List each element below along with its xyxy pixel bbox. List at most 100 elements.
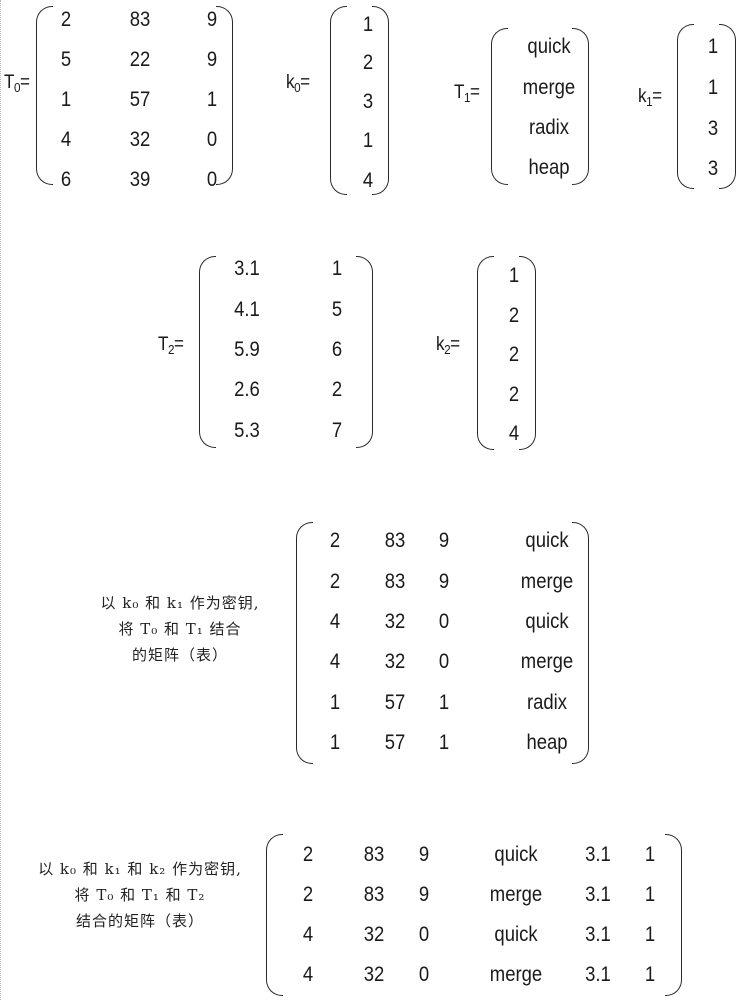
matrix-cell: 1 [707, 76, 719, 99]
matrix-cell: heap [526, 731, 568, 754]
caption-line: 的矩阵（表） [131, 646, 228, 664]
matrix-cell: 2 [508, 343, 520, 366]
matrix-cell: 2 [331, 378, 343, 401]
matrix-label: k1= [638, 86, 662, 109]
matrix-cell: 1 [362, 129, 374, 152]
matrix-cell: 5 [331, 298, 343, 321]
matrix-name: k [436, 334, 445, 355]
matrix-cell: quick [527, 35, 571, 58]
matrix-cell: 5.3 [234, 419, 260, 442]
caption-line: 以 k₀ 和 k₁ 和 k₂ 作为密钥, [38, 860, 242, 878]
matrix-cell: quick [494, 843, 538, 866]
page-margin-rule [0, 0, 2, 1000]
matrix-cell: 2 [302, 883, 314, 906]
matrix-cell: 0 [418, 963, 430, 986]
matrix-cell: 3 [362, 90, 374, 113]
matrix-cell: 2 [508, 304, 520, 327]
matrix-cell: 1 [438, 731, 450, 754]
matrix-name: k [638, 86, 647, 107]
equals-sign: = [20, 72, 30, 93]
matrix-cell: 3.1 [234, 257, 260, 280]
matrix-cell: quick [525, 610, 569, 633]
matrix-cell: 4 [302, 923, 314, 946]
matrix-cell: radix [526, 691, 568, 714]
matrix-cell: 0 [438, 650, 450, 673]
matrix-cell: 5 [60, 48, 72, 71]
matrix-cell: 7 [331, 419, 343, 442]
matrix-name: T [158, 334, 168, 355]
matrix-cell: 3 [707, 117, 719, 140]
matrix-label: k2= [436, 334, 460, 357]
matrix-cell: 9 [418, 843, 430, 866]
caption-line: 结合的矩阵（表） [75, 912, 204, 930]
right-bracket [572, 522, 589, 764]
matrix-cell: 1 [508, 264, 520, 287]
matrix-cell: 9 [206, 48, 218, 71]
matrix-cell: 22 [129, 48, 151, 71]
matrix-cell: 1 [206, 88, 218, 111]
left-bracket [491, 28, 508, 185]
caption-line: 将 T₀ 和 T₁ 和 T₂ [74, 886, 206, 904]
matrix-caption: 以 k₀ 和 k₁ 和 k₂ 作为密钥, 将 T₀ 和 T₁ 和 T₂ 结合的矩阵（… [20, 856, 260, 934]
matrix-cell: 2.6 [234, 378, 260, 401]
matrix-cell: 1 [644, 963, 656, 986]
equals-sign: = [174, 334, 184, 355]
matrix-cell: 1 [644, 843, 656, 866]
matrix-cell: 1 [331, 257, 343, 280]
matrix-cell: 2 [302, 843, 314, 866]
matrix-cell: 1 [60, 88, 72, 111]
matrix-cell: 0 [438, 610, 450, 633]
matrix-cell: merge [522, 76, 576, 99]
matrix-cell: 4 [508, 422, 520, 445]
matrix-cell: 1 [644, 883, 656, 906]
matrix-cell: 3 [707, 157, 719, 180]
matrix-cell: 6 [60, 168, 72, 191]
equals-sign: = [450, 334, 460, 355]
matrix-cell: 9 [438, 529, 450, 552]
matrix-label: T1= [454, 82, 480, 105]
matrix-cell: 83 [129, 8, 151, 31]
caption-line: 以 k₀ 和 k₁ 作为密钥, [100, 594, 260, 612]
equals-sign: = [652, 86, 662, 107]
matrix-cell: 1 [707, 35, 719, 58]
matrix-cell: merge [520, 570, 574, 593]
matrix-cell: 1 [438, 691, 450, 714]
matrix-cell: 4 [302, 963, 314, 986]
equals-sign: = [300, 72, 310, 93]
matrix-cell: 39 [129, 168, 151, 191]
matrix-name: k [286, 72, 295, 93]
matrix-label: T0= [4, 72, 30, 95]
matrix-caption: 以 k₀ 和 k₁ 作为密钥, 将 T₀ 和 T₁ 结合 的矩阵（表） [80, 590, 280, 668]
matrix-cell: radix [528, 116, 570, 139]
matrix-cell: heap [528, 156, 570, 179]
matrix-name: T [4, 72, 14, 93]
matrix-name: T [454, 82, 464, 103]
matrix-cell: merge [520, 650, 574, 673]
matrix-label: T2= [158, 334, 184, 357]
matrix-cell: 9 [418, 883, 430, 906]
matrix-cell: 57 [129, 88, 151, 111]
matrix-cell: 1 [362, 13, 374, 36]
matrix-cell: 0 [418, 923, 430, 946]
matrix-cell: 32 [129, 128, 151, 151]
matrix-label: k0= [286, 72, 310, 95]
left-bracket [296, 522, 313, 764]
matrix-cell: 9 [206, 8, 218, 31]
matrix-cell: quick [525, 529, 569, 552]
matrix-cell: 2 [362, 51, 374, 74]
matrix-cell: 0 [206, 168, 218, 191]
equals-sign: = [470, 82, 480, 103]
matrix-cell: 9 [438, 570, 450, 593]
matrix-cell: 4 [60, 128, 72, 151]
matrix-cell: 4.1 [234, 298, 260, 321]
matrix-cell: merge [489, 883, 543, 906]
caption-line: 将 T₀ 和 T₁ 结合 [118, 620, 242, 638]
matrix-cell: 5.9 [234, 338, 260, 361]
matrix-cell: 2 [60, 8, 72, 31]
matrix-cell: 1 [644, 923, 656, 946]
matrix-cell: quick [494, 923, 538, 946]
matrix-cell: 2 [508, 383, 520, 406]
matrix-cell: 4 [362, 169, 374, 192]
matrix-cell: 0 [206, 128, 218, 151]
matrix-cell: merge [489, 963, 543, 986]
